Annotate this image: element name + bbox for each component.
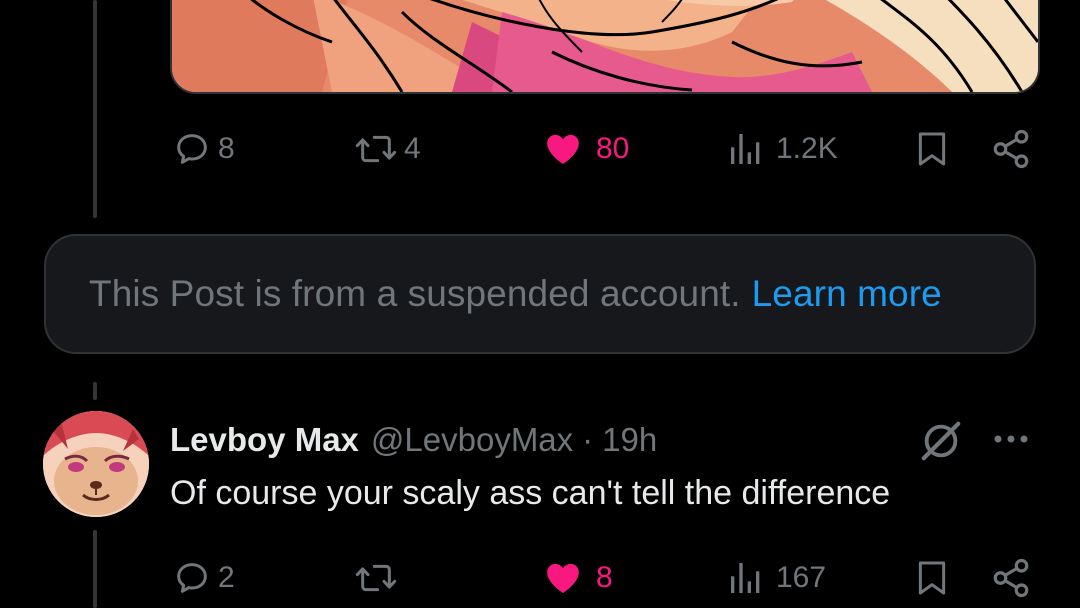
thread-line-bottom (93, 530, 97, 608)
thread-line-top (93, 0, 97, 218)
suspended-account-notice: This Post is from a suspended account. L… (44, 234, 1036, 354)
grok-icon (921, 421, 961, 461)
like-count: 80 (596, 132, 630, 165)
author-handle[interactable]: @LevboyMax (371, 421, 573, 459)
views-icon (731, 134, 760, 164)
more-button[interactable] (990, 424, 1034, 454)
learn-more-link[interactable]: Learn more (752, 273, 942, 315)
repost-count: 4 (404, 132, 421, 165)
post-text: Of course your scaly ass can't tell the … (170, 474, 891, 512)
repost-icon (355, 135, 397, 163)
post-media-image[interactable] (170, 0, 1040, 94)
share-button[interactable] (990, 127, 1032, 171)
like-button[interactable]: 80 (542, 127, 629, 171)
views-count: 167 (776, 561, 827, 594)
like-button[interactable]: 8 (542, 556, 613, 600)
separator-dot: · (582, 421, 594, 458)
like-count: 8 (596, 561, 613, 594)
post2-action-bar: 2 8 167 (170, 556, 1036, 600)
bookmark-icon (918, 132, 946, 166)
thread-line-middle (93, 382, 97, 400)
bookmark-icon (918, 561, 946, 595)
reply-count: 8 (218, 132, 235, 165)
share-icon (993, 129, 1029, 169)
repost-button[interactable] (354, 556, 404, 600)
artwork-image (172, 0, 1038, 92)
views-button[interactable]: 167 (726, 556, 826, 600)
reply-count: 2 (218, 561, 235, 594)
views-count: 1.2K (776, 132, 838, 165)
share-button[interactable] (990, 556, 1032, 600)
repost-button[interactable]: 4 (354, 127, 421, 171)
reply-icon (177, 134, 207, 164)
post-timestamp[interactable]: 19h (602, 421, 657, 459)
bookmark-button[interactable] (912, 556, 952, 600)
bookmark-button[interactable] (912, 127, 952, 171)
views-button[interactable]: 1.2K (726, 127, 838, 171)
views-icon (731, 563, 760, 593)
post1-action-bar: 8 4 80 1.2K (170, 127, 1036, 171)
post2-header: Levboy Max @LevboyMax · 19h (170, 418, 657, 462)
grok-button[interactable] (918, 418, 964, 464)
avatar[interactable] (43, 411, 149, 517)
repost-icon (355, 564, 397, 592)
share-icon (993, 558, 1029, 598)
reply-button[interactable]: 2 (172, 556, 235, 600)
reply-icon (177, 563, 207, 593)
more-icon (994, 435, 1028, 443)
heart-icon (547, 134, 579, 164)
avatar-image (43, 411, 149, 517)
reply-button[interactable]: 8 (172, 127, 235, 171)
author-name[interactable]: Levboy Max (170, 421, 359, 459)
heart-icon (547, 563, 579, 593)
suspended-notice-text: This Post is from a suspended account. (89, 273, 741, 314)
